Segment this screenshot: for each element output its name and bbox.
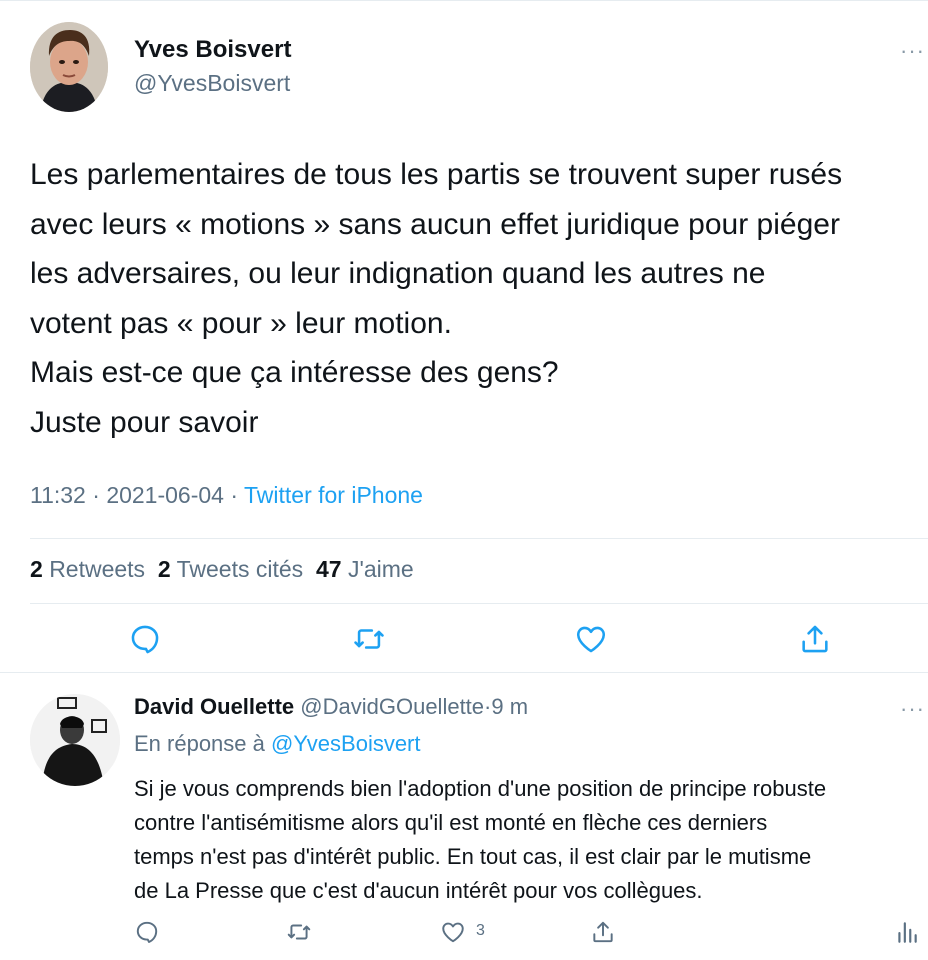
reply-analytics-button[interactable] (894, 919, 920, 945)
likes-count: 47 (315, 556, 342, 582)
like-icon (442, 922, 464, 943)
reply-author-handle[interactable]: @DavidGOuellette (300, 694, 484, 719)
more-icon[interactable]: ··· (900, 696, 925, 722)
analytics-icon (898, 922, 917, 943)
reply-context: En réponse à @YvesBoisvert (134, 731, 421, 757)
retweets-count: 2 (30, 556, 43, 582)
reply-icon (131, 625, 159, 654)
tweet-stats: 2 Retweets 2 Tweets cités 47 J'aime (30, 556, 414, 583)
tweet-meta: 11:32 · 2021-06-04 · Twitter for iPhone (30, 482, 423, 509)
reply-text-line: temps n'est pas d'intérêt public. En tou… (134, 844, 812, 869)
reply-icon (136, 921, 158, 943)
meta-separator: · (85, 482, 107, 508)
like-button[interactable] (574, 622, 608, 656)
divider (30, 538, 928, 539)
likes-stat[interactable]: 47 J'aime (316, 556, 414, 582)
tweet-date[interactable]: 2021-06-04 (106, 482, 224, 508)
tweet-text-line: Mais est-ce que ça intéresse des gens? (30, 356, 559, 389)
retweet-icon (287, 924, 311, 940)
more-icon[interactable]: ··· (900, 38, 925, 64)
reply-author-avatar[interactable] (30, 694, 120, 786)
reply-to-mention[interactable]: @YvesBoisvert (271, 731, 421, 756)
reply-like-count: 3 (476, 922, 485, 939)
tweet-source-link[interactable]: Twitter for iPhone (244, 482, 423, 508)
reply-header: David Ouellette @DavidGOuellette·9 m (134, 694, 528, 720)
divider (30, 603, 928, 604)
reply-to-label: En réponse à (134, 731, 265, 756)
quotes-label: Tweets cités (176, 556, 304, 582)
avatar-portrait-icon (30, 22, 108, 112)
likes-label: J'aime (347, 556, 414, 582)
top-divider (0, 0, 928, 1)
author-name[interactable]: Yves Boisvert (134, 36, 291, 64)
avatar-photo-icon (30, 694, 120, 786)
reply-text-line: contre l'antisémitisme alors qu'il est m… (134, 810, 768, 835)
tweet-text-line: votent pas « pour » leur motion. (30, 306, 452, 340)
quotes-count: 2 (157, 556, 171, 582)
tweet-text-line: avec leurs « motions » sans aucun effet … (30, 207, 840, 241)
reply-retweet-button[interactable] (286, 919, 312, 945)
like-icon (576, 626, 606, 653)
divider (0, 672, 928, 673)
reply-text-line: de La Presse que c'est d'aucun intérêt p… (134, 878, 703, 903)
reply-share-button[interactable] (590, 919, 616, 945)
retweets-label: Retweets (49, 556, 146, 582)
reply-text-line: Si je vous comprends bien l'adoption d'u… (134, 776, 827, 801)
retweet-button[interactable] (352, 622, 386, 656)
tweet-text-line: Juste pour savoir (30, 405, 259, 439)
retweet-icon (354, 629, 384, 649)
author-avatar[interactable] (30, 22, 108, 112)
share-button[interactable] (798, 622, 832, 656)
author-handle[interactable]: @YvesBoisvert (134, 70, 290, 97)
reply-timestamp[interactable]: 9 m (491, 694, 528, 719)
reply-reply-button[interactable] (134, 919, 160, 945)
tweet-text: Les parlementaires de tous les partis se… (30, 150, 925, 447)
tweet-time[interactable]: 11:32 (30, 482, 86, 508)
tweet-text-line: les adversaires, ou leur indignation qua… (30, 257, 766, 290)
reply-text: Si je vous comprends bien l'adoption d'u… (134, 772, 924, 908)
meta-separator: · (223, 482, 244, 508)
retweets-stat[interactable]: 2 Retweets (30, 556, 145, 582)
share-icon (802, 625, 828, 653)
reply-button[interactable] (128, 622, 162, 656)
reply-author-name[interactable]: David Ouellette (134, 694, 294, 719)
quotes-stat[interactable]: 2 Tweets cités (158, 556, 303, 582)
reply-like-button[interactable] (440, 919, 466, 945)
tweet-text-line: Les parlementaires de tous les partis se… (30, 158, 843, 191)
share-icon (593, 921, 613, 943)
